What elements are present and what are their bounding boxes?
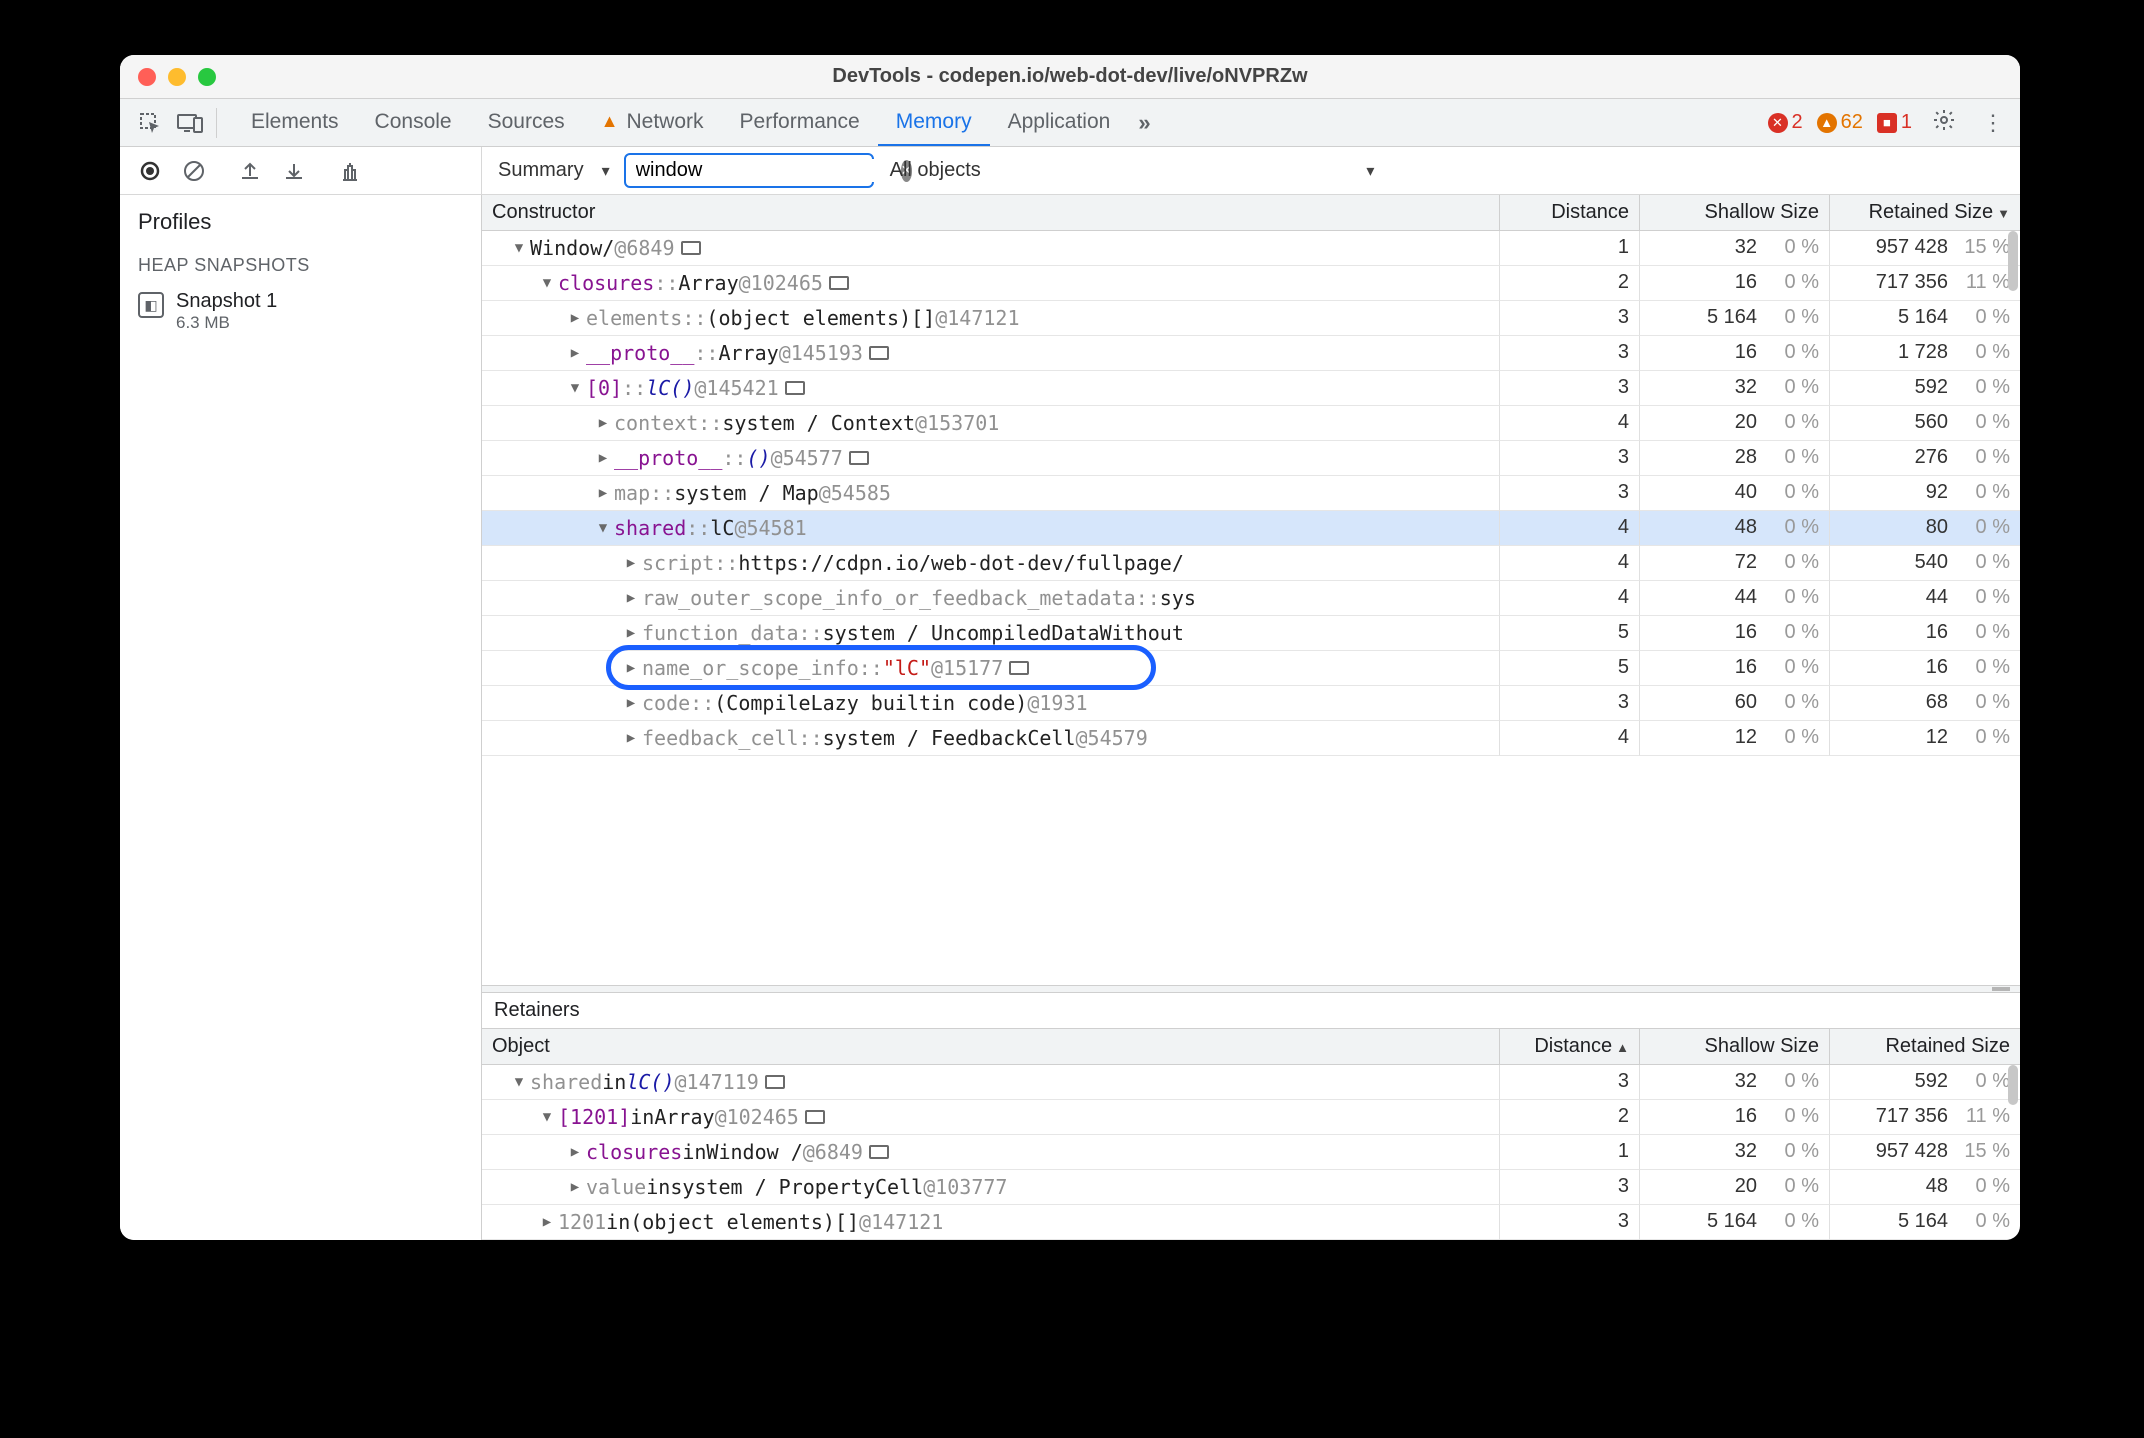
errors-badge[interactable]: ✕2 bbox=[1768, 111, 1803, 134]
memory-toolbar: Summary ✕ All objects ▾ bbox=[120, 147, 2020, 195]
expand-toggle-icon[interactable] bbox=[568, 310, 582, 326]
device-toolbar-icon[interactable] bbox=[170, 103, 210, 143]
retainers-heading: Retainers bbox=[482, 993, 2020, 1029]
expand-toggle-icon[interactable] bbox=[624, 590, 638, 606]
issue-count: 1 bbox=[1901, 111, 1912, 134]
close-icon[interactable] bbox=[138, 68, 156, 86]
garbage-collect-icon[interactable] bbox=[328, 149, 372, 193]
warnings-badge[interactable]: ▲62 bbox=[1817, 111, 1863, 134]
panel-tabs-bar: Elements Console Sources ▲ Network Performanc… bbox=[120, 99, 2020, 147]
minimize-icon[interactable] bbox=[168, 68, 186, 86]
profiles-heading: Profiles bbox=[120, 195, 481, 245]
filter-field[interactable] bbox=[636, 159, 901, 182]
tab-network[interactable]: ▲ Network bbox=[583, 99, 722, 146]
gear-icon[interactable] bbox=[1926, 108, 1962, 138]
tab-label: Elements bbox=[251, 110, 339, 134]
object-link-icon[interactable] bbox=[849, 451, 869, 465]
expand-toggle-icon[interactable] bbox=[540, 1109, 554, 1125]
tab-label: Sources bbox=[488, 110, 565, 134]
expand-toggle-icon[interactable] bbox=[624, 625, 638, 641]
object-link-icon[interactable] bbox=[765, 1075, 785, 1089]
tab-label: Performance bbox=[740, 110, 860, 134]
object-link-icon[interactable] bbox=[829, 276, 849, 290]
expand-toggle-icon[interactable] bbox=[624, 695, 638, 711]
col-object[interactable]: Object bbox=[482, 1029, 1500, 1065]
tabs: Elements Console Sources ▲ Network Performanc… bbox=[233, 99, 1128, 146]
snapshot-size: 6.3 MB bbox=[176, 313, 277, 333]
col-constructor[interactable]: Constructor bbox=[482, 195, 1500, 231]
tab-performance[interactable]: Performance bbox=[722, 99, 878, 146]
issues-badge[interactable]: ■1 bbox=[1877, 111, 1912, 134]
retainers-grid: Object Distance Shallow Size Retained Si… bbox=[482, 1029, 2020, 1240]
object-link-icon[interactable] bbox=[785, 381, 805, 395]
load-icon[interactable] bbox=[228, 149, 272, 193]
scope-label: All objects bbox=[890, 159, 981, 181]
tab-label: Application bbox=[1008, 110, 1111, 134]
expand-toggle-icon[interactable] bbox=[512, 1074, 526, 1090]
col-retained[interactable]: Retained Size bbox=[1830, 195, 2020, 231]
tab-console[interactable]: Console bbox=[357, 99, 470, 146]
object-link-icon[interactable] bbox=[805, 1110, 825, 1124]
expand-toggle-icon[interactable] bbox=[568, 1179, 582, 1195]
expand-toggle-icon[interactable] bbox=[568, 1144, 582, 1160]
tab-label: Network bbox=[626, 110, 703, 134]
record-icon[interactable] bbox=[128, 149, 172, 193]
tab-sources[interactable]: Sources bbox=[470, 99, 583, 146]
object-link-icon[interactable] bbox=[869, 346, 889, 360]
col-shallow-r[interactable]: Shallow Size bbox=[1640, 1029, 1830, 1065]
divider bbox=[216, 108, 217, 138]
tab-elements[interactable]: Elements bbox=[233, 99, 357, 146]
traffic-lights bbox=[120, 68, 216, 86]
kebab-icon[interactable]: ⋮ bbox=[1976, 110, 2010, 136]
splitter[interactable] bbox=[482, 985, 2020, 993]
col-distance-r[interactable]: Distance bbox=[1500, 1029, 1640, 1065]
tab-memory[interactable]: Memory bbox=[878, 99, 990, 146]
snapshot-name: Snapshot 1 bbox=[176, 290, 277, 313]
snapshot-item[interactable]: ◧ Snapshot 1 6.3 MB bbox=[120, 282, 481, 341]
expand-toggle-icon[interactable] bbox=[596, 520, 610, 536]
devtools-window: DevTools - codepen.io/web-dot-dev/live/o… bbox=[120, 55, 2020, 1240]
scrollbar[interactable] bbox=[2008, 1065, 2018, 1105]
view-select-label: Summary bbox=[498, 159, 584, 182]
tab-label: Console bbox=[375, 110, 452, 134]
warning-icon: ▲ bbox=[601, 111, 619, 132]
object-link-icon[interactable] bbox=[681, 241, 701, 255]
expand-toggle-icon[interactable] bbox=[624, 730, 638, 746]
view-select[interactable]: Summary bbox=[484, 159, 624, 182]
object-link-icon[interactable] bbox=[869, 1145, 889, 1159]
constructor-grid: Constructor Distance Shallow Size Retain… bbox=[482, 195, 2020, 756]
warning-count: 62 bbox=[1841, 111, 1863, 134]
col-shallow[interactable]: Shallow Size bbox=[1640, 195, 1830, 231]
scrollbar[interactable] bbox=[2008, 231, 2018, 291]
expand-toggle-icon[interactable] bbox=[596, 450, 610, 466]
expand-toggle-icon[interactable] bbox=[624, 555, 638, 571]
object-link-icon[interactable] bbox=[1009, 661, 1029, 675]
expand-toggle-icon[interactable] bbox=[596, 415, 610, 431]
zoom-icon[interactable] bbox=[198, 68, 216, 86]
titlebar: DevTools - codepen.io/web-dot-dev/live/o… bbox=[120, 55, 2020, 99]
expand-toggle-icon[interactable] bbox=[540, 1214, 554, 1230]
tab-label: Memory bbox=[896, 110, 972, 134]
window-title: DevTools - codepen.io/web-dot-dev/live/o… bbox=[120, 65, 2020, 88]
expand-toggle-icon[interactable] bbox=[624, 660, 638, 676]
expand-toggle-icon[interactable] bbox=[540, 275, 554, 291]
class-filter-input[interactable]: ✕ bbox=[624, 153, 874, 188]
clear-icon[interactable] bbox=[172, 149, 216, 193]
expand-toggle-icon[interactable] bbox=[568, 345, 582, 361]
object-scope-select[interactable]: All objects ▾ bbox=[890, 159, 1375, 182]
expand-toggle-icon[interactable] bbox=[596, 485, 610, 501]
inspect-icon[interactable] bbox=[130, 103, 170, 143]
tab-application[interactable]: Application bbox=[990, 99, 1129, 146]
snapshot-icon: ◧ bbox=[138, 292, 164, 318]
col-distance[interactable]: Distance bbox=[1500, 195, 1640, 231]
error-count: 2 bbox=[1792, 111, 1803, 134]
profiles-sidebar: Profiles HEAP SNAPSHOTS ◧ Snapshot 1 6.3… bbox=[120, 195, 482, 1240]
heap-snapshots-label: HEAP SNAPSHOTS bbox=[120, 245, 481, 282]
expand-toggle-icon[interactable] bbox=[568, 380, 582, 396]
more-tabs-button[interactable]: » bbox=[1128, 110, 1160, 136]
col-retained-r[interactable]: Retained Size bbox=[1830, 1029, 2020, 1065]
save-icon[interactable] bbox=[272, 149, 316, 193]
expand-toggle-icon[interactable] bbox=[512, 240, 526, 256]
